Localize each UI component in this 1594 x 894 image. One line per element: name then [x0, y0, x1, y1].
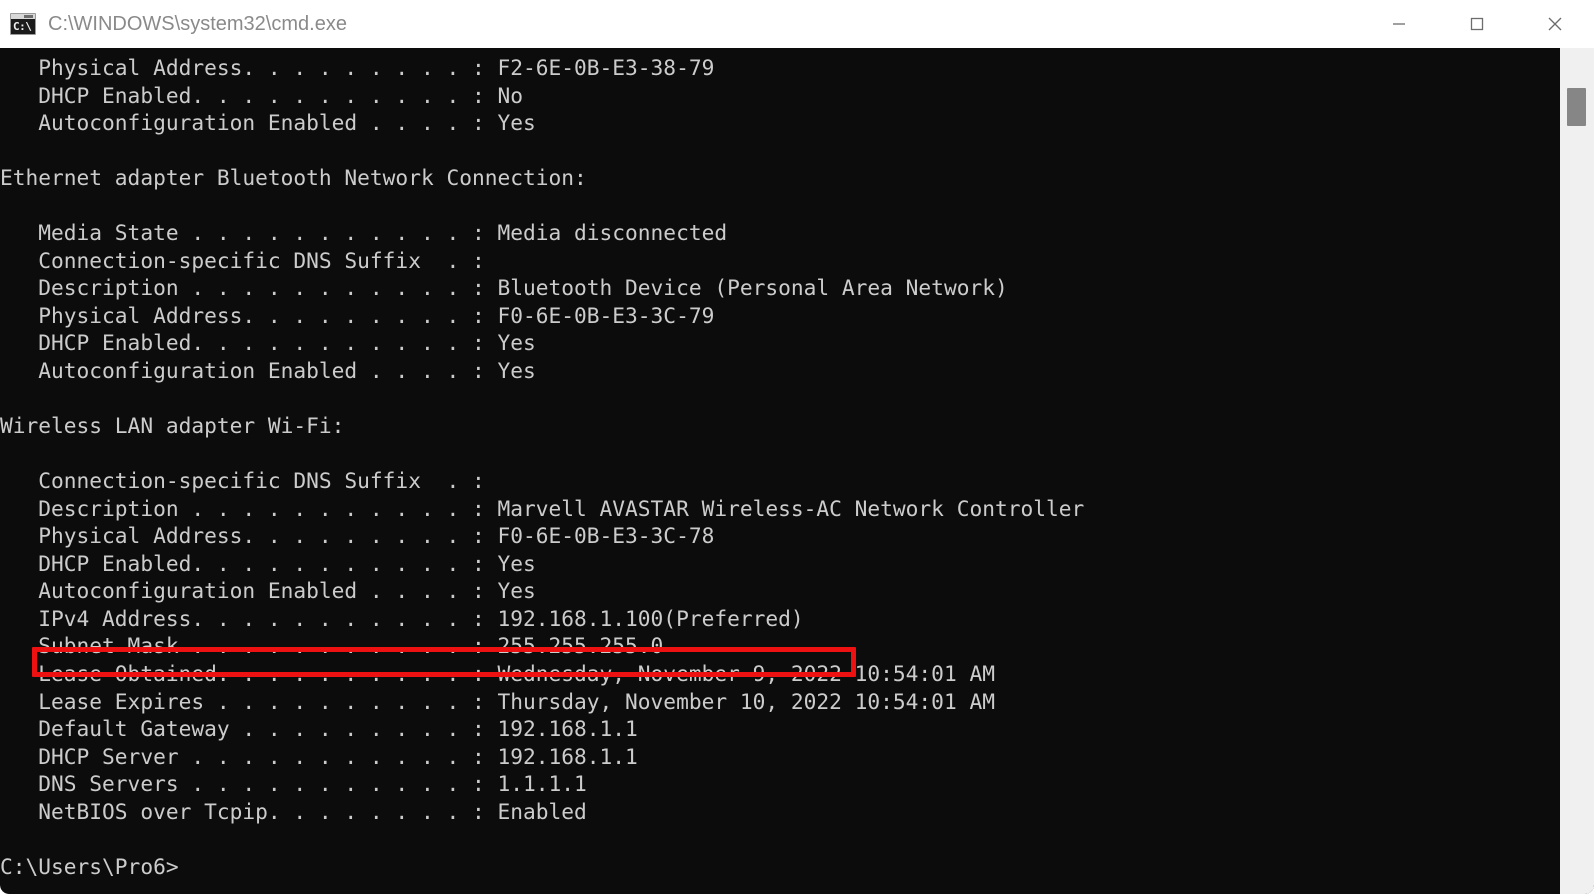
cmd-icon-prompt-text: C:\ [13, 20, 31, 33]
console-text: Physical Address. . . . . . . . . : F2-6… [0, 48, 1560, 880]
cmd-prompt-icon: C:\ [10, 13, 36, 35]
minimize-icon [1387, 12, 1411, 36]
title-bar-left: C:\ C:\WINDOWS\system32\cmd.exe [0, 13, 1360, 36]
maximize-button[interactable] [1438, 0, 1516, 48]
window-title: C:\WINDOWS\system32\cmd.exe [48, 13, 347, 36]
cmd-window: C:\ C:\WINDOWS\system32\cmd.exe [0, 0, 1594, 894]
maximize-icon [1465, 12, 1489, 36]
console-scrollbar[interactable] [1560, 48, 1594, 894]
scrollbar-thumb[interactable] [1567, 88, 1586, 126]
console-output-area[interactable]: Physical Address. . . . . . . . . : F2-6… [0, 48, 1594, 894]
title-bar[interactable]: C:\ C:\WINDOWS\system32\cmd.exe [0, 0, 1594, 48]
close-button[interactable] [1516, 0, 1594, 48]
window-controls [1360, 0, 1594, 48]
minimize-button[interactable] [1360, 0, 1438, 48]
close-icon [1543, 12, 1567, 36]
cmd-icon-buttons [24, 15, 33, 18]
